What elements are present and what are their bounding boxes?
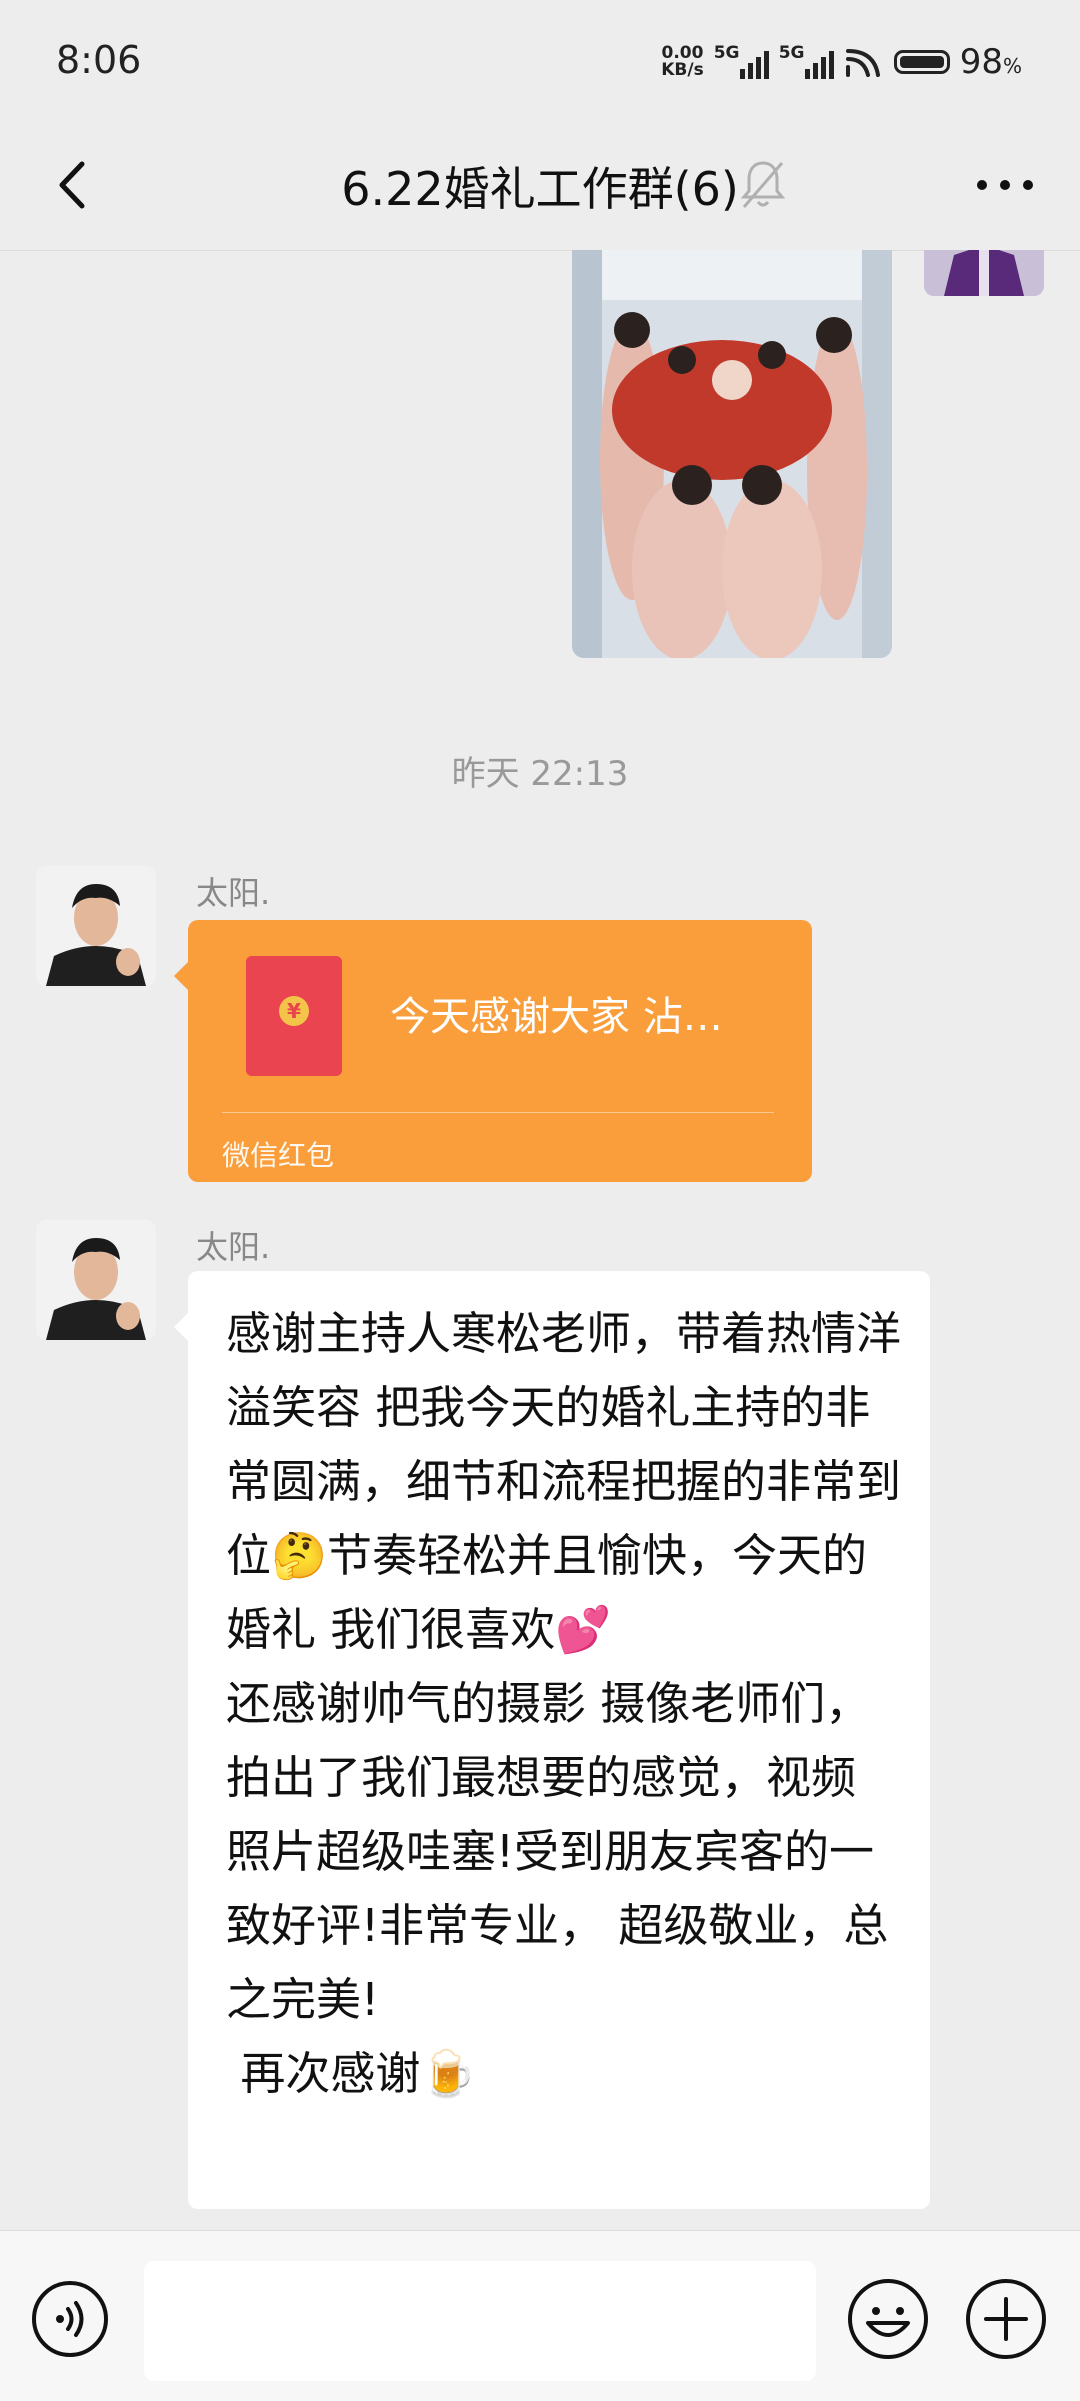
status-bar: 8:06 0.00 KB/s 5G 5G 98%	[0, 0, 1080, 125]
network-speed: 0.00 KB/s	[661, 43, 704, 80]
battery-icon	[893, 50, 950, 74]
voice-icon[interactable]	[30, 2279, 110, 2359]
message-input[interactable]	[144, 2261, 816, 2381]
wifi-icon	[845, 49, 880, 77]
red-envelope-icon: ¥	[246, 956, 342, 1076]
signal-icon: 5G	[779, 43, 834, 79]
sender-name: 太阳.	[196, 1228, 271, 1266]
chat-title: 6.22婚礼工作群(6)	[341, 162, 739, 216]
more-dots-icon[interactable]	[970, 155, 1040, 215]
status-time: 8:06	[56, 38, 142, 82]
coin-icon: ¥	[279, 996, 309, 1026]
avatar[interactable]	[36, 866, 156, 986]
red-packet-label: 微信红包	[222, 1139, 335, 1172]
status-icons: 0.00 KB/s 5G 5G 98%	[661, 40, 1022, 84]
signal-icon: 5G	[714, 43, 769, 79]
message-text: 感谢主持人寒松老师，带着热情洋溢笑容 把我今天的婚礼主持的非常圆满，细节和流程把…	[226, 1307, 902, 2100]
bell-muted-icon	[740, 161, 786, 208]
chat-timestamp: 昨天 22:13	[451, 754, 629, 794]
avatar[interactable]	[924, 250, 1044, 296]
divider	[222, 1112, 774, 1113]
input-bar	[0, 2230, 1080, 2401]
emoji-icon[interactable]	[846, 2277, 930, 2361]
text-message[interactable]: 感谢主持人寒松老师，带着热情洋溢笑容 把我今天的婚礼主持的非常圆满，细节和流程把…	[174, 1271, 930, 2209]
red-packet-text: 今天感谢大家 沾…	[390, 994, 723, 1040]
wedding-photo[interactable]	[572, 250, 892, 658]
chat-header: 6.22婚礼工作群(6)	[0, 125, 1080, 251]
sender-name: 太阳.	[196, 874, 271, 912]
chat-area[interactable]: 昨天 22:13 太阳. ¥ 今天感谢大家 沾… 微信红包 太阳. 感谢主持人寒…	[0, 250, 1080, 2230]
plus-icon[interactable]	[964, 2277, 1048, 2361]
battery-percent: 98%	[959, 42, 1022, 82]
red-packet-message[interactable]: ¥ 今天感谢大家 沾… 微信红包	[174, 920, 812, 1182]
avatar[interactable]	[36, 1220, 156, 1340]
